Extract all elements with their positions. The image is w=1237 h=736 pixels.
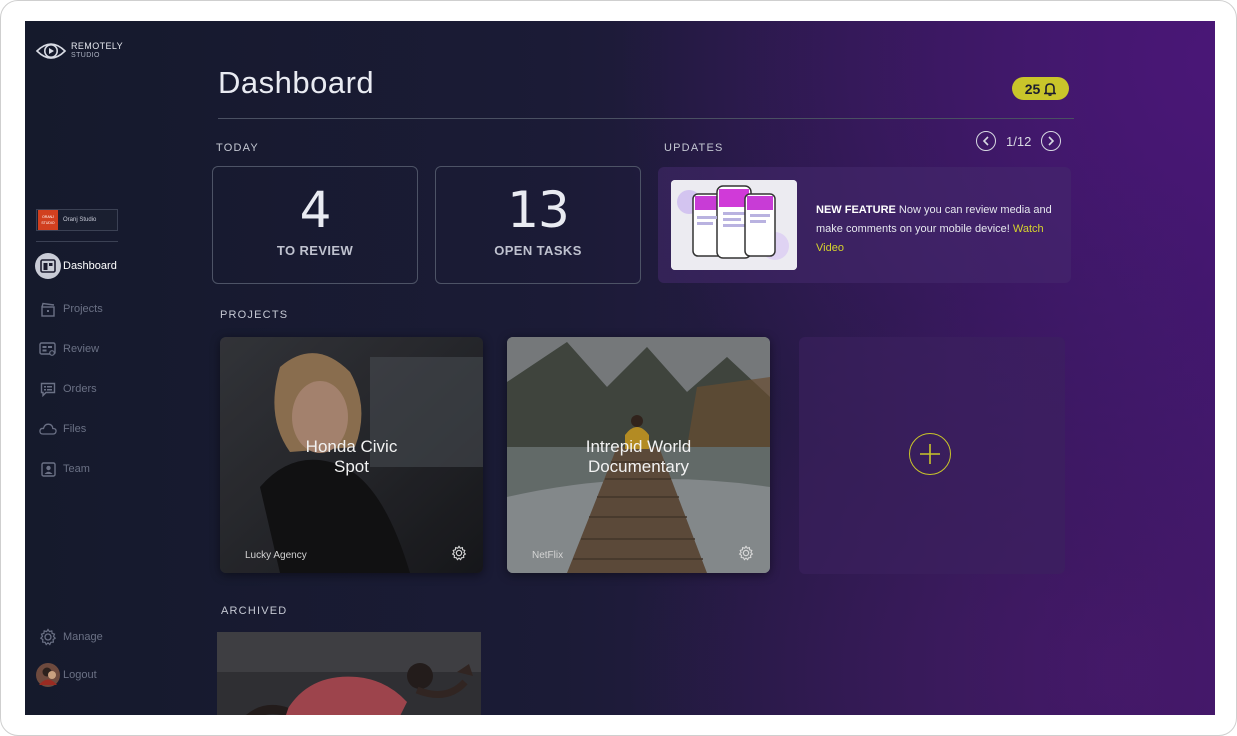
add-project-card[interactable] bbox=[799, 337, 1065, 574]
project-title: Intrepid World Documentary bbox=[507, 437, 770, 477]
sidebar-item-review[interactable]: Review bbox=[35, 336, 145, 362]
project-title-line1: Intrepid World bbox=[585, 437, 692, 456]
clapperboard-icon bbox=[35, 296, 61, 322]
project-card-intrepid[interactable]: Intrepid World Documentary NetFlix bbox=[507, 337, 770, 573]
open-tasks-count: 13 bbox=[507, 181, 570, 239]
dashboard-icon bbox=[35, 253, 61, 279]
sidebar-item-logout[interactable]: Logout bbox=[35, 662, 145, 688]
to-review-count: 4 bbox=[299, 181, 332, 239]
to-review-caption: TO REVIEW bbox=[276, 243, 354, 258]
gear-icon bbox=[35, 624, 61, 650]
update-card[interactable]: NEW FEATURE Now you can review media and… bbox=[658, 167, 1071, 283]
open-tasks-card[interactable]: 13 OPEN TASKS bbox=[435, 166, 641, 284]
project-card-honda[interactable]: Honda Civic Spot Lucky Agency bbox=[220, 337, 483, 573]
studio-name: Oranj Studio bbox=[63, 217, 97, 223]
sidebar-item-team[interactable]: Team bbox=[35, 456, 145, 482]
updates-label: UPDATES bbox=[664, 142, 724, 154]
team-icon bbox=[35, 456, 61, 482]
studio-logo: ORANJ STUDIO bbox=[38, 210, 58, 230]
sidebar-item-label: Files bbox=[63, 423, 87, 435]
sidebar-item-files[interactable]: Files bbox=[35, 416, 145, 442]
phones-mockup-image bbox=[671, 180, 797, 270]
archived-project-card[interactable] bbox=[217, 632, 481, 715]
sidebar-item-label: Projects bbox=[63, 303, 103, 315]
sidebar-item-label: Review bbox=[63, 343, 100, 355]
project-client: NetFlix bbox=[532, 550, 564, 561]
chevron-right-icon[interactable] bbox=[1041, 131, 1062, 151]
project-title-line2: Documentary bbox=[587, 457, 690, 476]
orders-icon bbox=[35, 376, 61, 402]
project-title-line1: Honda Civic bbox=[305, 437, 398, 456]
project-title-line2: Spot bbox=[334, 457, 369, 476]
archived-label: ARCHIVED bbox=[221, 605, 288, 617]
eye-play-icon bbox=[35, 39, 67, 63]
notification-badge[interactable]: 25 bbox=[1012, 77, 1069, 100]
bell-icon bbox=[1044, 82, 1057, 96]
sidebar-item-orders[interactable]: Orders bbox=[35, 376, 145, 402]
plus-icon bbox=[909, 433, 951, 475]
sidebar-item-label: Dashboard bbox=[63, 260, 117, 272]
app-screen: REMOTELY STUDIO ORANJ STUDIO Oranj Studi… bbox=[25, 21, 1215, 715]
logo-line2: STUDIO bbox=[71, 52, 100, 59]
avatar bbox=[35, 662, 61, 688]
open-tasks-caption: OPEN TASKS bbox=[494, 243, 582, 258]
pager-count: 1/12 bbox=[1006, 133, 1032, 149]
app-logo[interactable]: REMOTELY STUDIO bbox=[35, 39, 123, 63]
notification-count: 25 bbox=[1024, 80, 1041, 97]
sidebar-item-label: Team bbox=[63, 463, 90, 475]
sidebar-item-projects[interactable]: Projects bbox=[35, 296, 145, 322]
project-title: Honda Civic Spot bbox=[220, 437, 483, 477]
update-headline: NEW FEATURE bbox=[816, 204, 896, 216]
logo-line1: REMOTELY bbox=[71, 41, 124, 51]
projects-label: PROJECTS bbox=[220, 309, 289, 321]
sidebar-divider bbox=[36, 241, 118, 242]
project-client: Lucky Agency bbox=[245, 550, 307, 561]
logo-wordmark: REMOTELY STUDIO bbox=[71, 42, 123, 60]
cloud-icon bbox=[35, 416, 61, 442]
settings-icon[interactable] bbox=[451, 545, 467, 561]
chevron-left-icon[interactable] bbox=[976, 131, 996, 151]
project-thumbnail bbox=[217, 632, 481, 715]
update-text: NEW FEATURE Now you can review media and… bbox=[816, 201, 1056, 258]
header-divider bbox=[218, 118, 1074, 119]
review-icon bbox=[35, 336, 61, 362]
page-title: Dashboard bbox=[218, 65, 375, 100]
sidebar-item-label: Logout bbox=[63, 669, 97, 681]
updates-pager: 1/12 bbox=[976, 131, 1062, 151]
settings-icon[interactable] bbox=[738, 545, 754, 561]
to-review-card[interactable]: 4 TO REVIEW bbox=[212, 166, 418, 284]
sidebar-item-manage[interactable]: Manage bbox=[35, 624, 145, 650]
studio-selector[interactable]: ORANJ STUDIO Oranj Studio bbox=[36, 209, 118, 231]
today-label: TODAY bbox=[216, 142, 259, 154]
sidebar-item-label: Manage bbox=[63, 631, 103, 643]
sidebar-item-dashboard[interactable]: Dashboard bbox=[35, 253, 145, 279]
sidebar-item-label: Orders bbox=[63, 383, 97, 395]
